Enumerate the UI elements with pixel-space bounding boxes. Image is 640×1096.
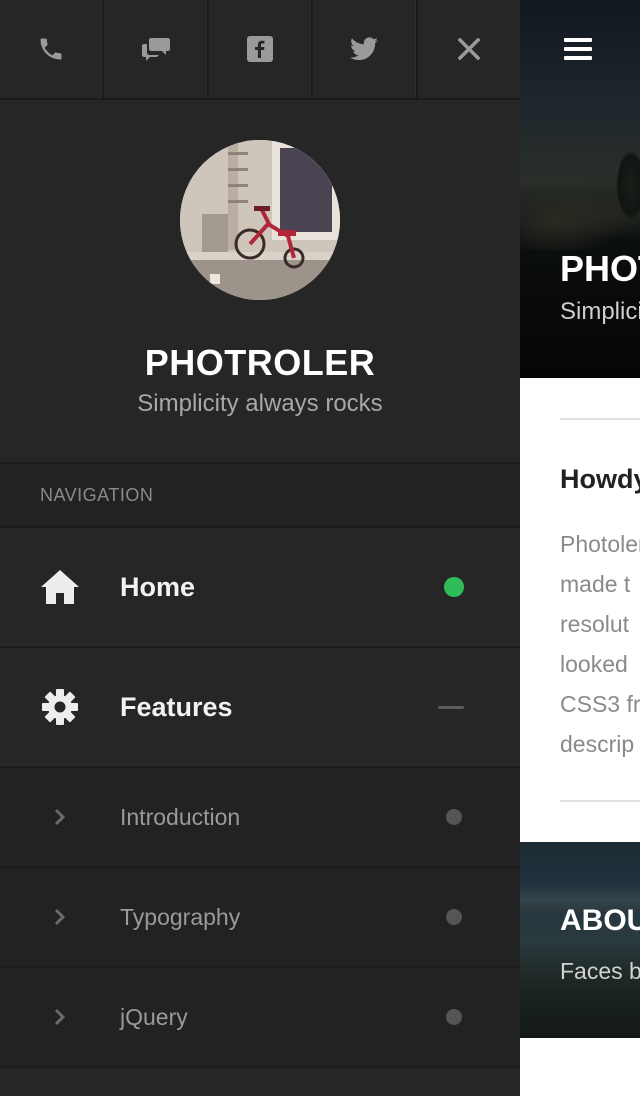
twitter-icon bbox=[350, 37, 379, 61]
hero-section: PHOTROLER Simplicity always rocks bbox=[520, 0, 640, 378]
hamburger-bar bbox=[564, 56, 592, 60]
chat-button[interactable] bbox=[104, 0, 209, 98]
chevron-right-icon bbox=[52, 907, 68, 927]
facebook-button[interactable] bbox=[209, 0, 314, 98]
nav-subitem-jquery[interactable]: jQuery bbox=[0, 968, 520, 1068]
phone-button[interactable] bbox=[0, 0, 105, 98]
home-icon bbox=[40, 567, 80, 607]
article-heading: Howdy bbox=[560, 464, 640, 494]
nav-sublabel-introduction: Introduction bbox=[120, 803, 241, 830]
article-body: Photoler made t resolut looked CSS3 fr d… bbox=[560, 524, 640, 764]
nav-label-features: Features bbox=[120, 691, 233, 722]
chevron-right-icon bbox=[52, 807, 68, 827]
divider bbox=[560, 418, 640, 420]
tricycle-photo bbox=[180, 140, 340, 300]
about-title: ABOUT bbox=[560, 904, 640, 937]
collapse-indicator bbox=[438, 705, 464, 709]
gear-icon bbox=[40, 687, 80, 727]
about-section: ABOUT Faces b bbox=[520, 842, 640, 1038]
nav-sublabel-typography: Typography bbox=[120, 903, 241, 930]
nav-sublabel-jquery: jQuery bbox=[120, 1003, 188, 1030]
article-line: resolut bbox=[560, 611, 630, 637]
chevron-right-icon bbox=[52, 1007, 68, 1027]
menu-toggle-button[interactable] bbox=[564, 38, 592, 60]
avatar bbox=[180, 140, 340, 300]
main-content: PHOTROLER Simplicity always rocks Howdy … bbox=[520, 0, 640, 1096]
twitter-button[interactable] bbox=[313, 0, 418, 98]
hamburger-bar bbox=[564, 38, 592, 42]
social-bar bbox=[0, 0, 520, 100]
phone-icon bbox=[40, 38, 62, 60]
hero-title: PHOTROLER bbox=[560, 248, 640, 289]
profile-tagline: Simplicity always rocks bbox=[137, 390, 383, 417]
facebook-icon bbox=[247, 36, 274, 62]
inactive-indicator bbox=[446, 1009, 462, 1025]
nav-item-features[interactable]: Features bbox=[0, 648, 520, 768]
close-icon bbox=[457, 38, 480, 60]
profile-section: PHOTROLER Simplicity always rocks bbox=[0, 100, 520, 464]
active-indicator bbox=[444, 577, 464, 597]
nav-subitem-typography[interactable]: Typography bbox=[0, 868, 520, 968]
navigation-heading: NAVIGATION bbox=[0, 464, 520, 528]
about-subtitle: Faces b bbox=[560, 958, 640, 984]
article-line: CSS3 fr bbox=[560, 691, 640, 717]
nav-subitem-introduction[interactable]: Introduction bbox=[0, 768, 520, 868]
sidebar-menu: PHOTROLER Simplicity always rocks NAVIGA… bbox=[0, 0, 520, 1096]
article-line: descrip bbox=[560, 731, 635, 757]
intro-article: Howdy Photoler made t resolut looked CSS… bbox=[520, 378, 640, 842]
divider bbox=[560, 800, 640, 802]
chat-icon bbox=[141, 38, 170, 61]
article-line: made t bbox=[560, 571, 631, 597]
inactive-indicator bbox=[446, 909, 462, 925]
article-line: Photoler bbox=[560, 531, 640, 557]
article-line: looked bbox=[560, 651, 628, 677]
close-button[interactable] bbox=[418, 0, 520, 98]
inactive-indicator bbox=[446, 809, 462, 825]
hero-subtitle: Simplicity always rocks bbox=[560, 298, 640, 325]
nav-label-home: Home bbox=[120, 571, 196, 602]
hamburger-bar bbox=[564, 47, 592, 51]
profile-name: PHOTROLER bbox=[144, 342, 376, 383]
hero-tree bbox=[616, 150, 640, 220]
nav-item-home[interactable]: Home bbox=[0, 528, 520, 648]
